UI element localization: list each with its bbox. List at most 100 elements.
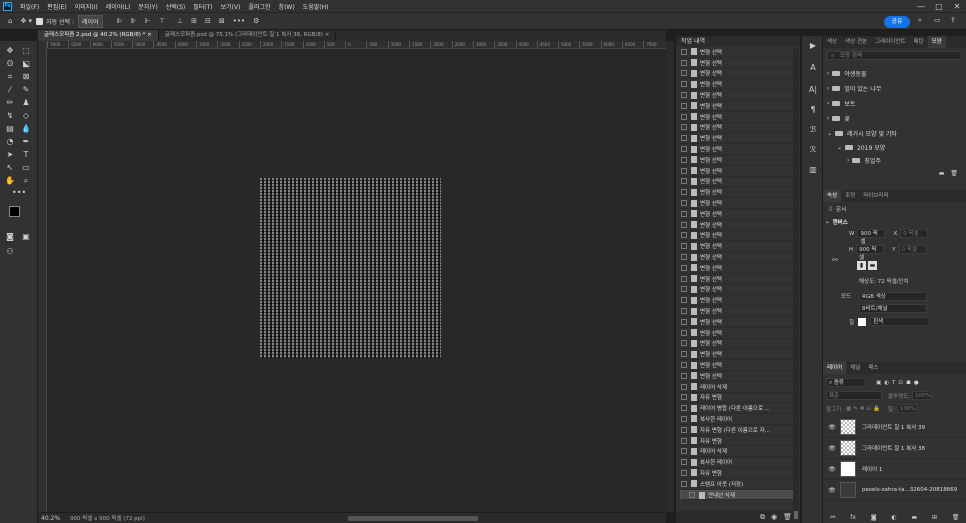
history-item[interactable]: 변형 선택	[676, 112, 800, 123]
history-item[interactable]: 변형 선택	[676, 371, 800, 382]
snapshot-source-checkbox[interactable]	[681, 210, 687, 217]
layers-panel-tab[interactable]: 패스	[864, 362, 882, 374]
mask-icon[interactable]: ◙	[871, 514, 877, 521]
history-item[interactable]: 안내선 삭제	[680, 489, 796, 501]
fill-color-swatch[interactable]	[858, 317, 867, 326]
snapshot-source-checkbox[interactable]	[681, 437, 687, 444]
foreground-color-swatch[interactable]	[9, 206, 20, 217]
chevron-right-icon[interactable]: ›	[827, 115, 829, 122]
camera-icon[interactable]: ◉	[771, 513, 777, 521]
gear-icon[interactable]: ⚙	[253, 17, 259, 25]
layers-panel-tab[interactable]: 레이어	[823, 362, 847, 374]
share-button[interactable]: 공유	[884, 16, 910, 28]
lasso-tool-icon[interactable]: ʘ	[4, 58, 16, 69]
snapshot-source-checkbox[interactable]	[681, 362, 687, 368]
snapshot-source-checkbox[interactable]	[681, 448, 687, 455]
snapshot-source-checkbox[interactable]	[689, 492, 695, 499]
link-layers-icon[interactable]: ⚯	[830, 514, 835, 521]
history-panel-title[interactable]: 작업 내역	[676, 36, 800, 47]
auto-select-checkbox[interactable]	[36, 17, 44, 25]
adjustment-icon[interactable]: ◐	[891, 514, 896, 521]
workspace-icon[interactable]: ▭	[934, 16, 941, 24]
play-icon[interactable]: ▶	[807, 40, 819, 52]
move-tool-icon[interactable]: ✥	[4, 45, 16, 56]
paragraph-style-icon[interactable]: A|	[807, 84, 819, 96]
history-item[interactable]: 복사한 레이어	[676, 414, 800, 425]
minimize-button[interactable]: —	[912, 2, 930, 11]
layer-filter-icons[interactable]: ▣◐T⊡☗●	[876, 380, 922, 386]
menu-item[interactable]: 도움말(H)	[299, 2, 333, 11]
align-top-icon[interactable]: ⊤	[159, 17, 165, 25]
history-item[interactable]: 변형 선택	[676, 47, 800, 58]
layer-row[interactable]: 👁 그라데이언트 칠 1 복사 38	[823, 438, 966, 459]
history-item[interactable]: 변형 선택	[676, 166, 800, 177]
layer-filter-select[interactable]: ⌕ 종류	[826, 378, 866, 387]
properties-panel-tab[interactable]: 조정	[841, 190, 859, 202]
snapshot-source-checkbox[interactable]	[681, 81, 687, 88]
history-item[interactable]: 레이어 삭제	[676, 446, 800, 458]
more-options-icon[interactable]: •••	[233, 17, 245, 25]
tab-document-1[interactable]: 글래스모피즘 2.psd @ 40.2% (RGB/8) * ×	[38, 30, 159, 41]
eye-icon[interactable]: 👁	[827, 424, 837, 431]
eye-icon[interactable]: 👁	[827, 487, 837, 494]
history-item[interactable]: 변형 선택	[676, 69, 800, 80]
chevron-right-icon[interactable]: ›	[827, 70, 829, 77]
width-field[interactable]: 900 픽셀	[857, 229, 886, 245]
hdr-icon[interactable]: ▥	[807, 164, 819, 176]
snapshot-source-checkbox[interactable]	[681, 405, 687, 412]
snapshot-source-checkbox[interactable]	[681, 264, 687, 271]
history-item[interactable]: 변형 선택	[676, 252, 800, 263]
menu-item[interactable]: 파일(F)	[16, 2, 43, 11]
blur-tool-icon[interactable]: 💧	[20, 123, 32, 134]
fx-icon[interactable]: fx	[850, 514, 856, 521]
landscape-icon[interactable]: ▬	[868, 260, 877, 270]
snapshot-source-checkbox[interactable]	[681, 459, 687, 466]
shapes-panel-tab[interactable]: 그레이디언트	[871, 36, 909, 48]
shape-group[interactable]: › 잎이 있는 나무	[823, 81, 966, 96]
layers-panel-tab[interactable]: 채널	[846, 362, 864, 374]
history-item[interactable]: 변형 선택	[676, 295, 800, 307]
history-scroll-thumb[interactable]	[794, 511, 798, 519]
glyphs-icon[interactable]: ℬ	[807, 124, 819, 136]
history-item[interactable]: 자유 변형	[676, 468, 800, 479]
properties-panel-tab[interactable]: 라이브러리	[859, 190, 892, 202]
snapshot-source-checkbox[interactable]	[681, 232, 687, 239]
paragraph-icon[interactable]: ¶	[807, 104, 819, 116]
snapshot-source-checkbox[interactable]	[681, 48, 687, 55]
history-item[interactable]: 변형 선택	[676, 349, 800, 361]
history-item[interactable]: 변형 선택	[676, 339, 800, 350]
blend-mode-select[interactable]: 표준	[826, 391, 882, 400]
zoom-level[interactable]: 40.2%	[41, 515, 60, 522]
more-tools-icon[interactable]: •••	[12, 187, 26, 198]
screen-mode-icon[interactable]: ▣	[20, 231, 32, 242]
history-item[interactable]: 변형 선택	[676, 79, 800, 91]
layer-row[interactable]: 👁 그라데이언트 칠 1 복사 39	[823, 417, 966, 438]
layer-fill-field[interactable]: 100%	[896, 404, 917, 413]
snapshot-source-checkbox[interactable]	[681, 297, 687, 304]
menu-item[interactable]: 레이어(L)	[102, 2, 135, 11]
shapes-panel-tab[interactable]: 색상	[823, 36, 841, 48]
share-export-icon[interactable]: ⇪	[950, 16, 956, 24]
history-item[interactable]: 변형 선택	[676, 90, 800, 101]
close-tab-icon[interactable]: ×	[325, 32, 330, 38]
snapshot-source-checkbox[interactable]	[681, 394, 687, 401]
close-tab-icon[interactable]: ×	[147, 32, 152, 38]
shape-group[interactable]: › 보트	[823, 96, 966, 111]
snapshot-source-checkbox[interactable]	[681, 178, 687, 185]
vertical-scrollbar[interactable]	[666, 41, 674, 512]
snapshot-source-checkbox[interactable]	[681, 329, 687, 336]
history-item[interactable]: 변형 선택	[676, 133, 800, 145]
snapshot-source-checkbox[interactable]	[681, 102, 687, 109]
snapshot-source-checkbox[interactable]	[681, 200, 687, 207]
snapshot-source-checkbox[interactable]	[681, 318, 687, 325]
chevron-right-icon[interactable]: ›	[827, 100, 829, 107]
close-button[interactable]: ✕	[948, 2, 966, 11]
y-field[interactable]: 0 픽셀	[898, 245, 927, 254]
menu-item[interactable]: 창(W)	[275, 2, 299, 11]
link-icon[interactable]: ⚯	[832, 256, 838, 264]
snapshot-source-checkbox[interactable]	[681, 135, 687, 142]
object-select-icon[interactable]: ⬕	[20, 58, 32, 69]
history-brush-icon[interactable]: ↯	[4, 110, 16, 121]
history-item[interactable]: 변형 선택	[676, 317, 800, 328]
shapes-panel-tab[interactable]: 패턴	[910, 36, 928, 48]
